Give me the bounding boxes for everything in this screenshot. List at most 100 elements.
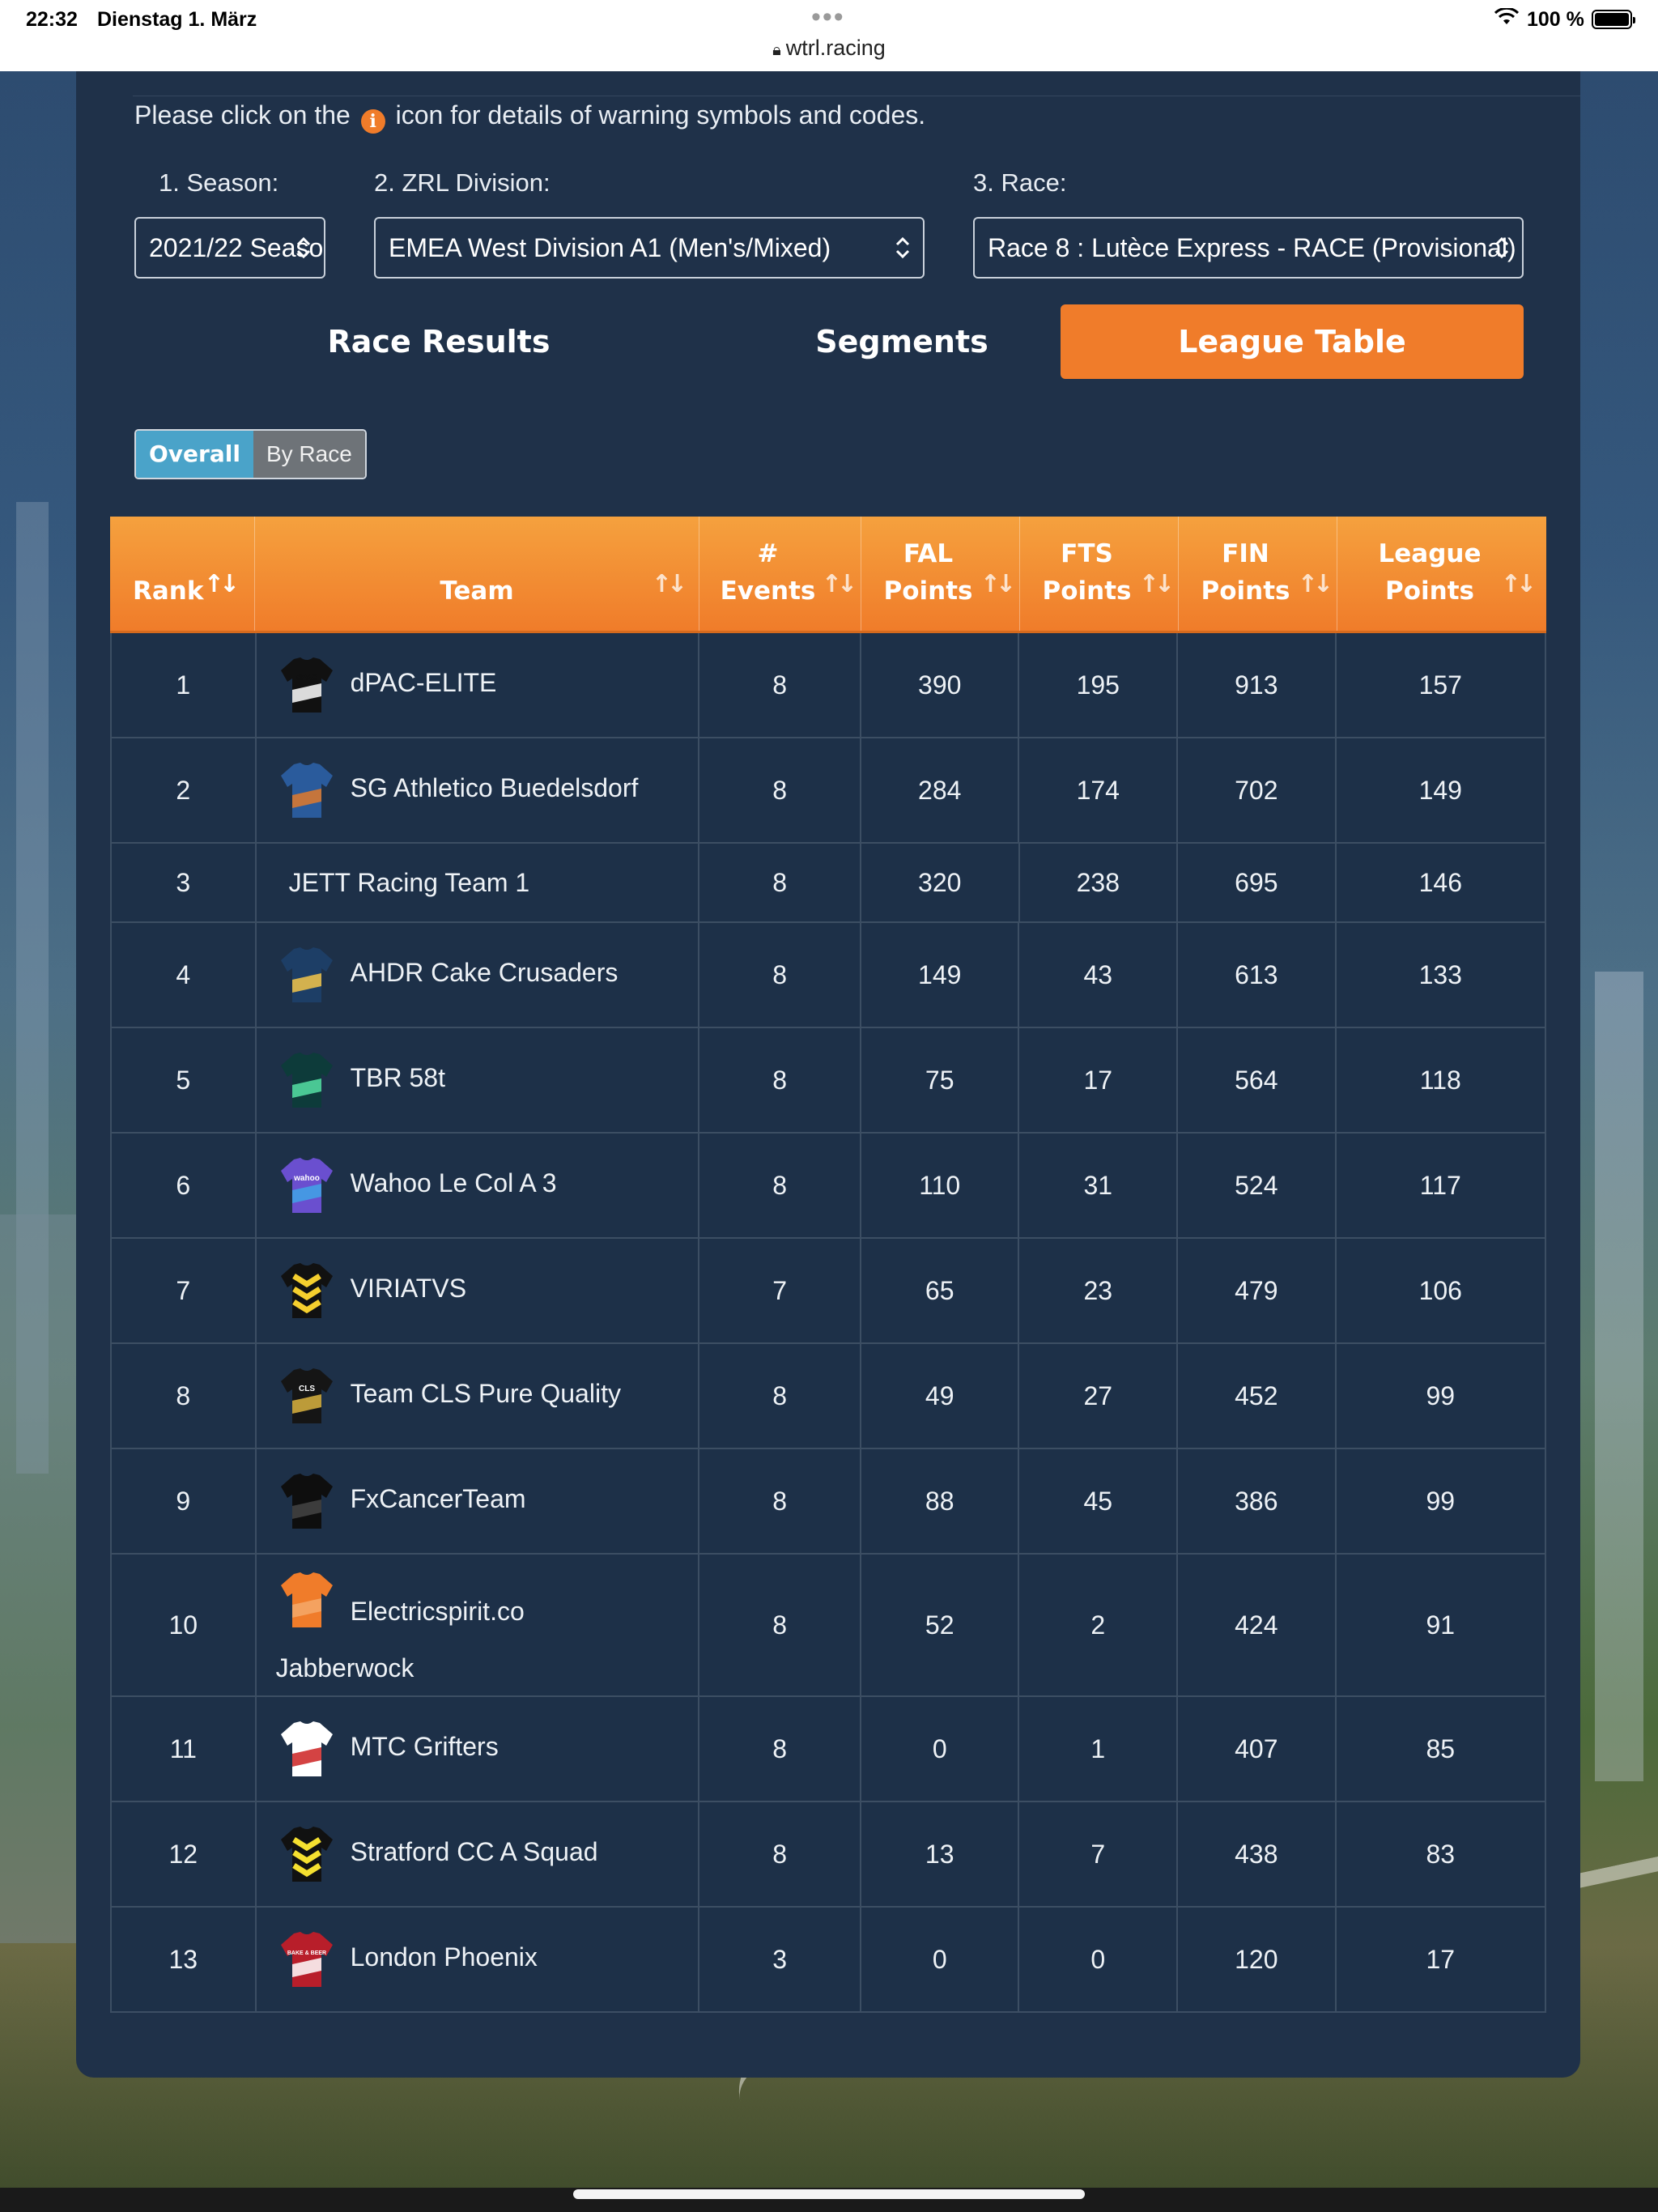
cell-fal-value: 320 (918, 867, 962, 897)
cell-league-value: 85 (1426, 1733, 1456, 1763)
table-header: Rank ↑↓ Team ↑↓ # Events ↑↓ FAL Points ↑… (110, 517, 1546, 633)
cell-events-value: 8 (772, 1610, 788, 1640)
cell-fin: 479 (1178, 1239, 1337, 1342)
league-panel: Please click on the i icon for details o… (76, 71, 1580, 2078)
division-select[interactable]: EMEA West Division A1 (Men's/Mixed) (374, 217, 925, 279)
jersey-icon: CLS (280, 1368, 333, 1423)
sort-icon: ↑↓ (1138, 570, 1175, 598)
cell-league-value: 106 (1418, 1275, 1462, 1305)
cell-fal-value: 0 (932, 1733, 947, 1763)
cell-fts-value: 43 (1083, 959, 1113, 989)
table-row[interactable]: 4 AHDR Cake Crusaders 8 149 43 613 133 (110, 923, 1546, 1028)
header-fts-points[interactable]: FTS Points ↑↓ (1020, 517, 1179, 631)
cell-events: 8 (699, 1449, 861, 1553)
header-league-line2: Points (1385, 576, 1474, 606)
jersey-icon (280, 1263, 333, 1318)
table-row[interactable]: 9 FxCancerTeam 8 88 45 386 99 (110, 1449, 1546, 1555)
team-name-line1[interactable]: Electricspirit.co (351, 1597, 525, 1627)
background-tower-right (1595, 972, 1643, 1781)
team-name[interactable]: MTC Grifters (351, 1732, 499, 1762)
info-icon[interactable]: i (360, 109, 385, 134)
team-name[interactable]: AHDR Cake Crusaders (351, 958, 619, 988)
team-name[interactable]: Stratford CC A Squad (351, 1837, 598, 1867)
cell-fin-value: 452 (1235, 1380, 1278, 1410)
cell-rank: 13 (112, 1908, 257, 2011)
team-name[interactable]: JETT Racing Team 1 (289, 868, 530, 898)
team-name[interactable]: Wahoo Le Col A 3 (351, 1168, 557, 1198)
race-select[interactable]: Race 8 : Lutèce Express - RACE (Provisio… (973, 217, 1524, 279)
table-row[interactable]: 3 JETT Racing Team 1 8 320 238 695 146 (110, 844, 1546, 923)
table-row[interactable]: 6 wahoo Wahoo Le Col A 3 8 110 31 524 117 (110, 1134, 1546, 1239)
cell-league-value: 146 (1418, 867, 1462, 897)
cell-rank-value: 5 (176, 1065, 191, 1095)
table-row[interactable]: 7 VIRIATVS 7 65 23 479 106 (110, 1239, 1546, 1344)
header-fin-points[interactable]: FIN Points ↑↓ (1179, 517, 1337, 631)
table-row[interactable]: 13 BAKE & BEER London Phoenix 3 0 0 120 17 (110, 1908, 1546, 2013)
cell-rank: 10 (112, 1555, 257, 1695)
team-name[interactable]: TBR 58t (351, 1063, 445, 1093)
cell-fin-value: 424 (1235, 1610, 1278, 1640)
header-fal-points[interactable]: FAL Points ↑↓ (861, 517, 1020, 631)
cell-league: 157 (1337, 633, 1545, 737)
cell-team: SG Athletico Buedelsdorf (257, 738, 700, 842)
table-row[interactable]: 8 CLS Team CLS Pure Quality 8 49 27 452 99 (110, 1344, 1546, 1449)
cell-events: 8 (699, 1134, 861, 1237)
team-name-line2[interactable]: Jabberwock (276, 1653, 414, 1683)
cell-fts: 174 (1019, 738, 1179, 842)
cell-league-value: 118 (1419, 1065, 1461, 1095)
table-row[interactable]: 11 MTC Grifters 8 0 1 407 85 (110, 1697, 1546, 1802)
cell-fin-value: 695 (1235, 867, 1278, 897)
address-bar[interactable]: 🔒︎ wtrl.racing (0, 36, 1658, 61)
header-events[interactable]: # Events ↑↓ (699, 517, 861, 631)
status-time: 22:32 (26, 8, 78, 31)
cell-fin: 695 (1178, 844, 1337, 921)
team-name[interactable]: VIRIATVS (351, 1274, 466, 1304)
browser-menu-dots-icon[interactable]: ••• (811, 3, 845, 31)
battery-percentage: 100 % (1527, 8, 1584, 31)
cell-team: TBR 58t (257, 1028, 700, 1132)
table-row[interactable]: 12 Stratford CC A Squad 8 13 7 438 83 (110, 1802, 1546, 1908)
cell-league: 149 (1337, 738, 1545, 842)
table-row[interactable]: 10 Electricspirit.co Jabberwock 8 52 2 424 91 (110, 1555, 1546, 1697)
team-name[interactable]: SG Athletico Buedelsdorf (351, 773, 639, 803)
home-indicator[interactable] (573, 2189, 1085, 2199)
cell-team: BAKE & BEER London Phoenix (257, 1908, 700, 2011)
cell-rank-value: 9 (176, 1486, 191, 1516)
table-row[interactable]: 1 dPAC dPAC-ELITE 8 390 195 913 157 (110, 633, 1546, 738)
cell-rank: 3 (112, 844, 257, 921)
header-team[interactable]: Team ↑↓ (255, 517, 699, 631)
team-name[interactable]: FxCancerTeam (351, 1484, 526, 1514)
sort-icon: ↑↓ (203, 570, 240, 598)
team-name[interactable]: dPAC-ELITE (351, 668, 497, 698)
cell-fts-value: 0 (1090, 1944, 1106, 1974)
team-name[interactable]: London Phoenix (351, 1942, 538, 1972)
cell-fin: 407 (1178, 1697, 1337, 1801)
wifi-icon (1494, 8, 1519, 24)
cell-league: 133 (1337, 923, 1545, 1027)
race-select-value: Race 8 : Lutèce Express - RACE (Provisio… (988, 233, 1516, 262)
cell-rank-value: 8 (176, 1380, 191, 1410)
cell-league: 99 (1337, 1344, 1545, 1448)
tab-league-table[interactable]: League Table (1061, 304, 1524, 379)
jersey-icon (280, 1721, 333, 1776)
table-row[interactable]: 5 TBR 58t 8 75 17 564 118 (110, 1028, 1546, 1134)
tab-race-results[interactable]: Race Results (208, 304, 670, 379)
cell-fts: 7 (1019, 1802, 1179, 1906)
header-league-points[interactable]: League Points ↑↓ (1337, 517, 1546, 631)
cell-team: MTC Grifters (257, 1697, 700, 1801)
team-name[interactable]: Team CLS Pure Quality (351, 1379, 621, 1409)
toggle-by-race[interactable]: By Race (253, 431, 365, 478)
cell-fin: 438 (1178, 1802, 1337, 1906)
table-body: 1 dPAC dPAC-ELITE 8 390 195 913 157 2 SG Athletic… (110, 633, 1546, 2013)
header-rank[interactable]: Rank ↑↓ (110, 517, 255, 631)
cell-league: 117 (1337, 1134, 1545, 1237)
cell-league-value: 83 (1426, 1839, 1456, 1869)
cell-events-value: 7 (772, 1275, 788, 1305)
cell-rank-value: 11 (169, 1733, 197, 1763)
cell-fin: 452 (1178, 1344, 1337, 1448)
status-date: Dienstag 1. März (97, 8, 257, 31)
cell-events-value: 8 (772, 1839, 788, 1869)
season-select[interactable]: 2021/22 Season (134, 217, 325, 279)
table-row[interactable]: 2 SG Athletico Buedelsdorf 8 284 174 702 149 (110, 738, 1546, 844)
toggle-overall[interactable]: Overall (136, 431, 253, 478)
